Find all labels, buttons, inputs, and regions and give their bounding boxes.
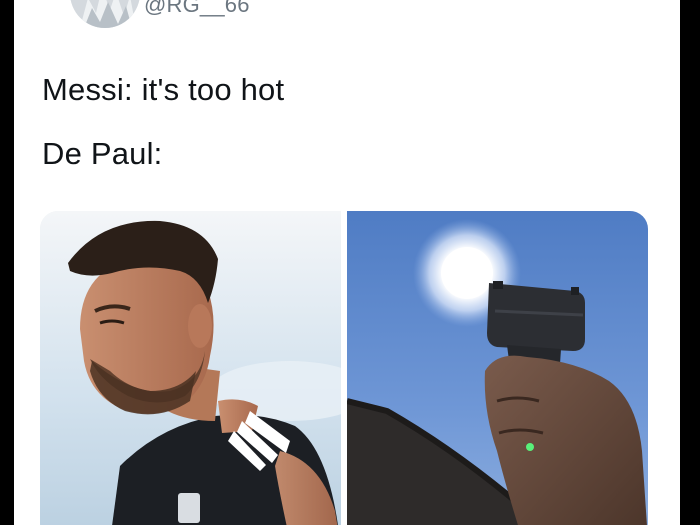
sun-photo[interactable] (347, 211, 648, 525)
tweet-card: @RG__66 Messi: it's too hot De Paul: (14, 0, 680, 525)
avatar-image (70, 0, 140, 28)
user-handle[interactable]: @RG__66 (144, 0, 250, 18)
user-avatar[interactable] (70, 0, 140, 28)
tweet-text-line-1: Messi: it's too hot (42, 72, 285, 107)
sun-gun-illustration (347, 211, 648, 525)
player-photo[interactable] (40, 211, 341, 525)
tweet-media[interactable] (40, 211, 648, 525)
player-illustration (40, 211, 341, 525)
tweet-text-line-2: De Paul: (42, 136, 163, 171)
